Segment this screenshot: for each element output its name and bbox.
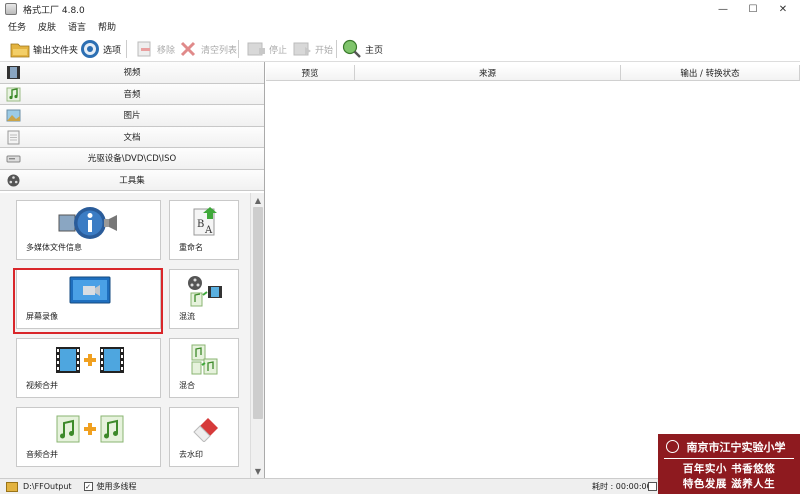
start-icon <box>292 39 312 59</box>
menu-task[interactable]: 任务 <box>8 20 26 33</box>
tools-reel-icon <box>6 173 21 188</box>
remove-button[interactable]: 移除 <box>134 38 175 60</box>
category-tools-label: 工具集 <box>119 175 145 186</box>
output-folder-label: 输出文件夹 <box>33 45 79 56</box>
folder-icon <box>10 39 30 59</box>
minimize-button[interactable]: — <box>708 0 738 18</box>
mux-icon <box>186 274 224 311</box>
tool-mux[interactable]: 混流 <box>169 269 239 329</box>
school-name: 南京市江宁实验小学 <box>686 441 786 454</box>
tool-rename[interactable]: B A 重命名 <box>169 200 239 260</box>
category-document-label: 文档 <box>123 132 141 143</box>
elapsed-time: 耗时 : 00:00:00 <box>592 482 652 491</box>
rename-icon: B A <box>192 205 220 242</box>
task-list-panel: 预览 来源 输出 / 转换状态 <box>266 62 800 478</box>
category-video[interactable]: 视频 <box>0 62 264 84</box>
tools-scrollbar[interactable]: ▲ ▼ <box>250 193 264 478</box>
menu-bar: 任务 皮肤 语言 帮助 <box>0 18 800 35</box>
tool-media-info-label: 多媒体文件信息 <box>26 243 82 252</box>
clear-list-label: 清空列表 <box>201 45 238 56</box>
school-watermark: 南京市江宁实验小学 百年实小 书香悠悠 特色发展 滋养人生 <box>658 434 800 494</box>
output-path[interactable]: D:\FFOutput <box>23 482 72 491</box>
scroll-up-icon[interactable]: ▲ <box>253 195 263 205</box>
tool-mux-label: 混流 <box>179 312 195 321</box>
music-note-icon <box>6 87 21 102</box>
picture-icon <box>6 108 21 123</box>
stop-button[interactable]: 停止 <box>246 38 287 60</box>
stop-label: 停止 <box>269 45 288 56</box>
title-bar: 格式工厂 4.8.0 — ☐ ✕ <box>0 0 800 18</box>
tool-rename-label: 重命名 <box>179 243 203 252</box>
tool-mix[interactable]: 混合 <box>169 338 239 398</box>
tool-remove-watermark-label: 去水印 <box>179 450 203 459</box>
school-motto-2: 特色发展 滋养人生 <box>682 478 776 490</box>
info-icon <box>57 205 123 244</box>
gear-icon <box>80 39 100 59</box>
column-output-status[interactable]: 输出 / 转换状态 <box>621 65 800 81</box>
document-icon <box>6 130 21 145</box>
category-tools[interactable]: 工具集 <box>0 169 264 191</box>
category-disc-label: 光驱设备\DVD\CD\ISO <box>87 154 177 165</box>
category-audio[interactable]: 音频 <box>0 83 264 105</box>
scroll-down-icon[interactable]: ▼ <box>253 466 263 476</box>
tool-media-info[interactable]: 多媒体文件信息 <box>16 200 161 260</box>
category-audio-label: 音频 <box>123 89 141 100</box>
tool-mix-label: 混合 <box>179 381 195 390</box>
options-label: 选项 <box>103 45 122 56</box>
eraser-icon <box>190 414 222 445</box>
menu-skin[interactable]: 皮肤 <box>38 20 56 33</box>
tool-audio-join-label: 音频合并 <box>26 450 58 459</box>
maximize-button[interactable]: ☐ <box>738 0 768 18</box>
tool-audio-join[interactable]: 音频合并 <box>16 407 161 467</box>
options-button[interactable]: 选项 <box>80 38 121 60</box>
multithread-checkbox[interactable]: ✓ <box>83 482 93 491</box>
category-video-label: 视频 <box>123 68 141 79</box>
svg-text:A: A <box>204 225 213 236</box>
stop-icon <box>246 39 266 59</box>
disc-drive-icon <box>6 151 21 166</box>
highlight-box <box>13 268 163 334</box>
folder-icon <box>6 481 18 492</box>
close-button[interactable]: ✕ <box>768 0 798 18</box>
menu-language[interactable]: 语言 <box>68 20 86 33</box>
window-title: 格式工厂 4.8.0 <box>23 5 85 16</box>
scrollbar-thumb[interactable] <box>253 207 263 419</box>
remove-icon <box>134 39 154 59</box>
film-icon <box>6 65 21 80</box>
home-button[interactable]: 主页 <box>342 38 383 60</box>
category-document[interactable]: 文档 <box>0 126 264 148</box>
tool-video-join-label: 视频合并 <box>26 381 58 390</box>
remove-label: 移除 <box>157 45 176 56</box>
audio-mix-icon <box>188 343 222 380</box>
start-button[interactable]: 开始 <box>292 38 333 60</box>
column-source[interactable]: 来源 <box>355 65 621 81</box>
clear-list-button[interactable]: 清空列表 <box>178 38 237 60</box>
video-join-icon <box>55 345 125 378</box>
school-motto-1: 百年实小 书香悠悠 <box>682 463 776 475</box>
toolbar: 输出文件夹 选项 移除 清空列表 停止 开始 主页 <box>0 35 800 62</box>
magnifier-globe-icon <box>342 39 362 59</box>
tools-grid: 多媒体文件信息 B A 重命名 屏幕录像 混流 视频合并 混合 音频合并 去水印 <box>0 193 250 478</box>
multithread-label: 使用多线程 <box>96 482 137 491</box>
app-icon <box>5 3 17 15</box>
category-disc[interactable]: 光驱设备\DVD\CD\ISO <box>0 148 264 170</box>
tool-remove-watermark[interactable]: 去水印 <box>169 407 239 467</box>
output-folder-button[interactable]: 输出文件夹 <box>10 38 78 60</box>
menu-help[interactable]: 帮助 <box>98 20 116 33</box>
audio-join-icon <box>55 414 125 447</box>
start-label: 开始 <box>315 45 334 56</box>
x-icon <box>178 39 198 59</box>
column-preview[interactable]: 预览 <box>266 65 355 81</box>
tool-video-join[interactable]: 视频合并 <box>16 338 161 398</box>
category-picture[interactable]: 图片 <box>0 105 264 127</box>
svg-text:B: B <box>197 219 204 230</box>
shutdown-checkbox[interactable] <box>648 482 657 491</box>
home-label: 主页 <box>365 45 384 56</box>
category-picture-label: 图片 <box>123 111 141 122</box>
